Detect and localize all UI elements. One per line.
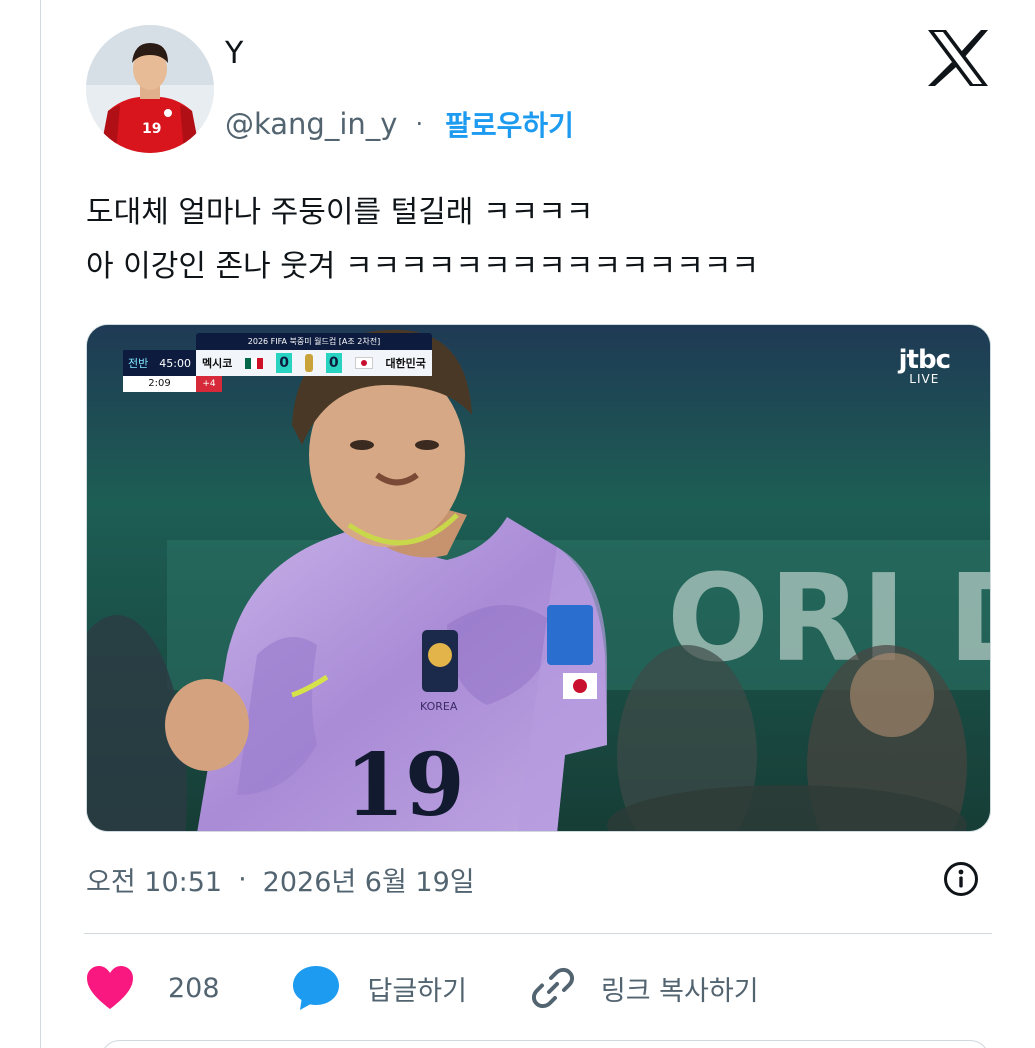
half-indicator: 전반 45:00 <box>123 350 196 376</box>
tweet-line: 도대체 얼마나 주둥이를 털길래 ㅋㅋㅋㅋ <box>86 195 594 230</box>
x-logo-icon[interactable] <box>926 28 990 88</box>
copy-link-button[interactable]: 링크 복사하기 <box>527 962 759 1014</box>
korea-flag-icon <box>354 357 373 369</box>
score-row: 멕시코 0 0 대한민국 <box>196 350 432 376</box>
match-clock: 2:09 <box>123 376 196 392</box>
jersey-number: 19 <box>345 735 465 832</box>
tweet-time[interactable]: 오전 10:51 <box>86 860 222 899</box>
tweet-timestamp[interactable]: 오전 10:51 · 2026년 6월 19일 <box>86 860 475 899</box>
follow-button[interactable]: 팔로우하기 <box>445 104 574 144</box>
read-replies-button[interactable] <box>100 1040 990 1048</box>
media-photo: ORI D 19 KOREA <box>87 325 990 832</box>
tweet-media-image[interactable]: ORI D 19 KOREA <box>86 324 991 832</box>
separator-dot: · <box>238 864 247 895</box>
home-team: 멕시코 <box>202 357 233 370</box>
heart-icon[interactable] <box>84 962 136 1014</box>
trophy-icon <box>304 354 313 372</box>
separator-dot: · <box>415 110 424 138</box>
competition-label: 2026 FIFA 북중미 월드컵 [A조 2차전] <box>196 333 432 350</box>
scorebug: 2026 FIFA 북중미 월드컵 [A조 2차전] 전반 45:00 멕시코 … <box>123 333 433 392</box>
reply-button[interactable]: 답글하기 <box>290 962 467 1014</box>
action-bar: 208 답글하기 링크 복사하기 <box>84 960 759 1016</box>
mexico-flag-icon <box>245 357 264 369</box>
link-icon[interactable] <box>527 962 579 1014</box>
divider <box>84 933 992 934</box>
copy-link-label[interactable]: 링크 복사하기 <box>601 969 759 1008</box>
away-team: 대한민국 <box>385 357 426 370</box>
user-handle[interactable]: @kang_in_y <box>225 107 397 141</box>
display-name[interactable]: Y <box>225 36 243 71</box>
half-time: 45:00 <box>159 356 191 370</box>
like-count[interactable]: 208 <box>168 973 220 1004</box>
like-button[interactable]: 208 <box>84 962 220 1014</box>
handle-row: @kang_in_y · 팔로우하기 <box>225 104 574 144</box>
reply-label[interactable]: 답글하기 <box>368 969 467 1008</box>
broadcaster-logo: jtbc LIVE <box>898 345 951 386</box>
info-icon[interactable] <box>942 860 980 898</box>
away-score: 0 <box>325 353 342 373</box>
tweet-line: 아 이강인 존나 웃겨 ㅋㅋㅋㅋㅋㅋㅋㅋㅋㅋㅋㅋㅋㅋㅋ <box>86 249 759 284</box>
tweet-text: 도대체 얼마나 주둥이를 털길래 ㅋㅋㅋㅋ 아 이강인 존나 웃겨 ㅋㅋㅋㅋㅋㅋ… <box>86 186 759 294</box>
jersey-text: KOREA <box>420 700 458 713</box>
avatar[interactable]: 19 <box>86 25 214 153</box>
broadcaster-name: jtbc <box>898 345 951 375</box>
home-score: 0 <box>276 353 293 373</box>
half-label: 전반 <box>128 357 149 370</box>
tweet-date[interactable]: 2026년 6월 19일 <box>263 860 475 899</box>
svg-text:19: 19 <box>142 121 161 137</box>
speech-bubble-icon[interactable] <box>290 962 342 1014</box>
added-time: +4 <box>196 376 222 392</box>
